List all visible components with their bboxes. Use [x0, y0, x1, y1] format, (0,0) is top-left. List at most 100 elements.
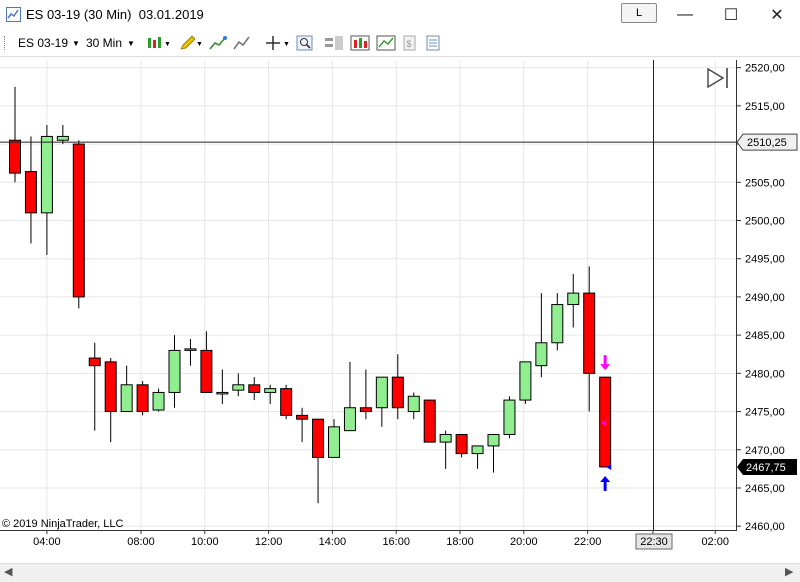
candle — [232, 373, 245, 397]
candle — [503, 396, 516, 439]
indicators-button[interactable] — [209, 34, 227, 52]
price-chart[interactable]: 2460,00 2465,00 2470,00 2475,00 2480,00 2485,… — [0, 60, 800, 581]
instrument-label: ES 03-19 — [18, 36, 69, 50]
strategies-button[interactable] — [233, 34, 251, 52]
instrument-selector[interactable]: ES 03-19 ▼ — [18, 34, 80, 52]
candle — [328, 419, 340, 458]
candle-body — [88, 357, 101, 367]
candle — [391, 354, 404, 420]
time-tick-label: 10:00 — [191, 536, 219, 548]
candle-body — [184, 348, 197, 351]
drawing-tools-button[interactable]: ▼ — [178, 34, 204, 52]
candle-body — [200, 349, 213, 393]
properties-icon — [426, 35, 440, 51]
zoom-button[interactable] — [296, 34, 314, 52]
candle — [136, 380, 149, 416]
candle — [551, 293, 564, 351]
candle-body — [152, 391, 165, 411]
candle — [88, 342, 101, 431]
candle-body — [232, 384, 245, 391]
share-button[interactable]: $ — [402, 34, 418, 52]
scroll-left-icon[interactable]: ◀ — [4, 565, 12, 578]
candle — [567, 273, 580, 328]
candle — [519, 361, 532, 404]
candle-body — [328, 426, 340, 458]
scroll-to-end-button[interactable] — [707, 67, 728, 89]
candles-layer — [9, 86, 612, 504]
price-tick-label: 2480,00 — [745, 368, 785, 380]
candle — [152, 388, 165, 412]
price-tick-label: 2485,00 — [745, 330, 785, 342]
candle-body — [72, 143, 85, 298]
time-tick-label: 16:00 — [382, 536, 410, 548]
candle-body — [551, 304, 564, 344]
svg-text:▼: ▼ — [283, 41, 290, 48]
candle-body — [535, 342, 548, 367]
interval-selector[interactable]: 30 Min ▼ — [86, 34, 135, 52]
link-button[interactable]: L — [621, 3, 657, 23]
price-tick-label: 2500,00 — [745, 215, 785, 227]
chart-horizontal-scrollbar[interactable]: ◀ ▶ — [0, 563, 800, 582]
candle-body — [567, 292, 580, 306]
candle-body — [136, 384, 149, 413]
templates-icon — [376, 35, 396, 51]
candle-body — [423, 399, 436, 443]
candle-body — [471, 445, 484, 455]
last-price-label: 2467,75 — [746, 462, 786, 474]
properties-button[interactable] — [425, 34, 441, 52]
candle — [120, 365, 133, 413]
crosshair-icon: ▼ — [266, 36, 290, 50]
minimize-button[interactable]: — — [662, 0, 708, 30]
candle — [312, 418, 325, 504]
price-tick-label: 2505,00 — [745, 177, 785, 189]
chart-grid — [0, 60, 736, 530]
window-title: ES 03-19 (30 Min) 03.01.2019 — [26, 7, 204, 22]
close-button[interactable]: ✕ — [754, 0, 800, 30]
price-tick-label: 2465,00 — [745, 483, 785, 495]
candle-body — [312, 418, 325, 458]
time-tick-label: 14:00 — [319, 536, 347, 548]
candle-body — [503, 399, 516, 435]
candle — [168, 335, 181, 408]
templates-button[interactable] — [376, 34, 396, 52]
candle — [104, 358, 117, 443]
candle — [375, 376, 388, 427]
maximize-button[interactable]: ☐ — [708, 0, 754, 30]
chart-trader-button[interactable] — [324, 34, 344, 52]
chart-toolbar: ES 03-19 ▼ 30 Min ▼ ▼ ▼ ▼ $ — [0, 30, 800, 57]
crosshair-button[interactable]: ▼ — [265, 34, 291, 52]
candlestick-style-icon: ▼ — [148, 37, 171, 48]
candle-body — [264, 388, 277, 393]
candle — [343, 361, 356, 432]
candle — [264, 384, 277, 404]
data-series-icon — [350, 35, 370, 51]
time-tick-label: 20:00 — [510, 536, 538, 548]
data-series-button[interactable] — [350, 34, 370, 52]
candle — [455, 433, 468, 458]
candle — [40, 124, 53, 255]
interval-label: 30 Min — [86, 36, 123, 50]
candle — [359, 369, 372, 420]
candle-body — [455, 433, 468, 455]
candle-body — [24, 171, 37, 214]
candle-body — [104, 361, 117, 413]
time-tick-label: 22:00 — [574, 536, 602, 548]
time-tick-label: 12:00 — [255, 536, 283, 548]
candle-body — [439, 433, 452, 443]
candle-body — [343, 407, 356, 432]
price-tick-label: 2475,00 — [745, 407, 785, 419]
last-price-marker: 2467,75 — [737, 458, 797, 475]
chart-style-button[interactable]: ▼ — [146, 34, 172, 52]
svg-text:$: $ — [407, 39, 412, 49]
chart-trader-icon — [325, 36, 343, 50]
candle — [487, 433, 500, 473]
candle — [407, 392, 420, 420]
candle-body — [216, 391, 229, 395]
candle-body — [296, 414, 309, 420]
crosshair-time-marker: 22:30 — [635, 533, 673, 550]
candle-body — [359, 407, 372, 413]
scroll-right-icon[interactable]: ▶ — [785, 565, 793, 578]
svg-text:▼: ▼ — [196, 41, 203, 48]
candle-body — [248, 384, 261, 393]
candle-body — [40, 135, 53, 214]
